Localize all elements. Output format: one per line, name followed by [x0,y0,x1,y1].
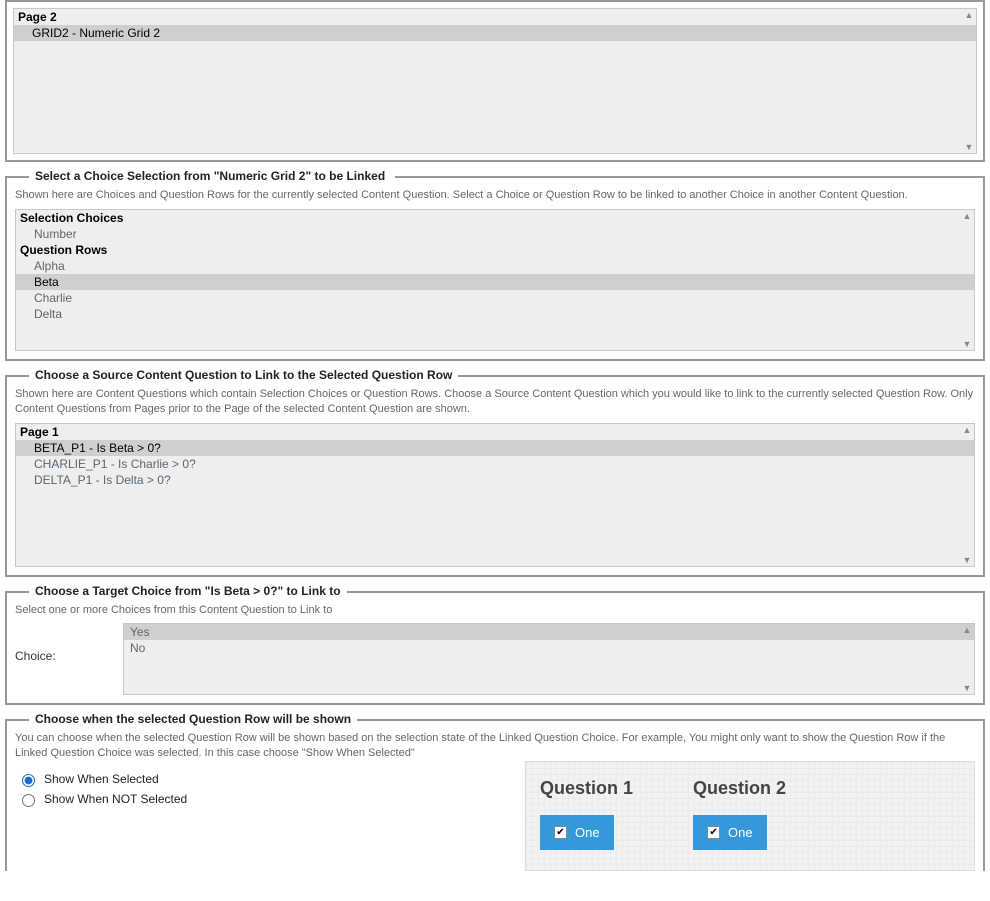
preview-question-1: Question 1 ✔ One [540,778,633,862]
preview-option-label: One [728,825,753,840]
radio-show-when-selected-input[interactable] [22,774,35,787]
page-header: Page 2 [14,9,976,25]
checkbox-icon: ✔ [554,826,567,839]
question-row-item[interactable]: Delta [16,306,974,322]
source-question-legend: Choose a Source Content Question to Link… [29,368,458,382]
legend-trail-line [385,169,388,183]
content-question-listbox[interactable]: ▲ ▼ Page 2 GRID2 - Numeric Grid 2 [13,8,977,154]
scroll-down-icon: ▼ [964,142,974,152]
preview-question-2: Question 2 ✔ One [693,778,786,862]
choice-selection-legend: Select a Choice Selection from "Numeric … [29,169,395,183]
target-choice-desc: Select one or more Choices from this Con… [15,603,975,618]
page-header: Page 1 [16,424,974,440]
legend-text: Select a Choice Selection from " [35,169,219,183]
legend-text: Choose a Target Choice from " [35,584,211,598]
question-row-item[interactable]: Beta [16,274,974,290]
target-choice-item[interactable]: Yes [124,624,974,640]
choice-item[interactable]: Number [16,226,974,242]
source-question-listbox[interactable]: ▲ ▼ Page 1 BETA_P1 - Is Beta > 0?CHARLIE… [15,423,975,567]
source-question-item[interactable]: DELTA_P1 - Is Delta > 0? [16,472,974,488]
choice-selection-panel: Select a Choice Selection from "Numeric … [5,176,985,361]
choice-selection-listbox[interactable]: ▲ ▼ Selection Choices Number Question Ro… [15,209,975,351]
preview-q1-option[interactable]: ✔ One [540,815,614,850]
preview-q2-title: Question 2 [693,778,786,799]
radio-show-when-not-selected[interactable]: Show When NOT Selected [17,791,525,807]
source-question-item[interactable]: CHARLIE_P1 - Is Charlie > 0? [16,456,974,472]
scroll-down-icon: ▼ [962,683,972,693]
legend-text: " to be Linked [305,169,385,183]
radio-label: Show When NOT Selected [44,792,187,806]
scroll-down-icon: ▼ [962,339,972,349]
show-when-panel: Choose when the selected Question Row wi… [5,719,985,871]
choice-label: Choice: [15,623,115,663]
legend-text: " to Link to [278,584,341,598]
checkbox-icon: ✔ [707,826,720,839]
show-when-desc: You can choose when the selected Questio… [15,731,975,761]
selection-choices-header: Selection Choices [16,210,974,226]
radio-label: Show When Selected [44,772,159,786]
question-rows-header: Question Rows [16,242,974,258]
question-row-item[interactable]: Alpha [16,258,974,274]
content-question-item[interactable]: GRID2 - Numeric Grid 2 [14,25,976,41]
show-when-legend: Choose when the selected Question Row wi… [29,712,357,726]
radio-show-when-not-selected-input[interactable] [22,794,35,807]
preview-option-label: One [575,825,600,840]
question-row-item[interactable]: Charlie [16,290,974,306]
target-choice-panel: Choose a Target Choice from "Is Beta > 0… [5,591,985,706]
preview-q1-title: Question 1 [540,778,633,799]
preview-q2-option[interactable]: ✔ One [693,815,767,850]
content-question-panel: ▲ ▼ Page 2 GRID2 - Numeric Grid 2 [5,0,985,162]
source-question-desc: Shown here are Content Questions which c… [15,387,975,417]
choice-selection-desc: Shown here are Choices and Question Rows… [15,188,975,203]
source-question-item[interactable]: BETA_P1 - Is Beta > 0? [16,440,974,456]
target-choice-item[interactable]: No [124,640,974,656]
radio-show-when-selected[interactable]: Show When Selected [17,771,525,787]
legend-subject: Is Beta > 0? [211,584,278,598]
source-question-panel: Choose a Source Content Question to Link… [5,375,985,577]
target-choice-listbox[interactable]: ▲ ▼ YesNo [123,623,975,695]
legend-subject: Numeric Grid 2 [219,169,305,183]
scroll-down-icon: ▼ [962,555,972,565]
target-choice-legend: Choose a Target Choice from "Is Beta > 0… [29,584,347,598]
preview-box: Question 1 ✔ One Question 2 ✔ One [525,761,975,871]
